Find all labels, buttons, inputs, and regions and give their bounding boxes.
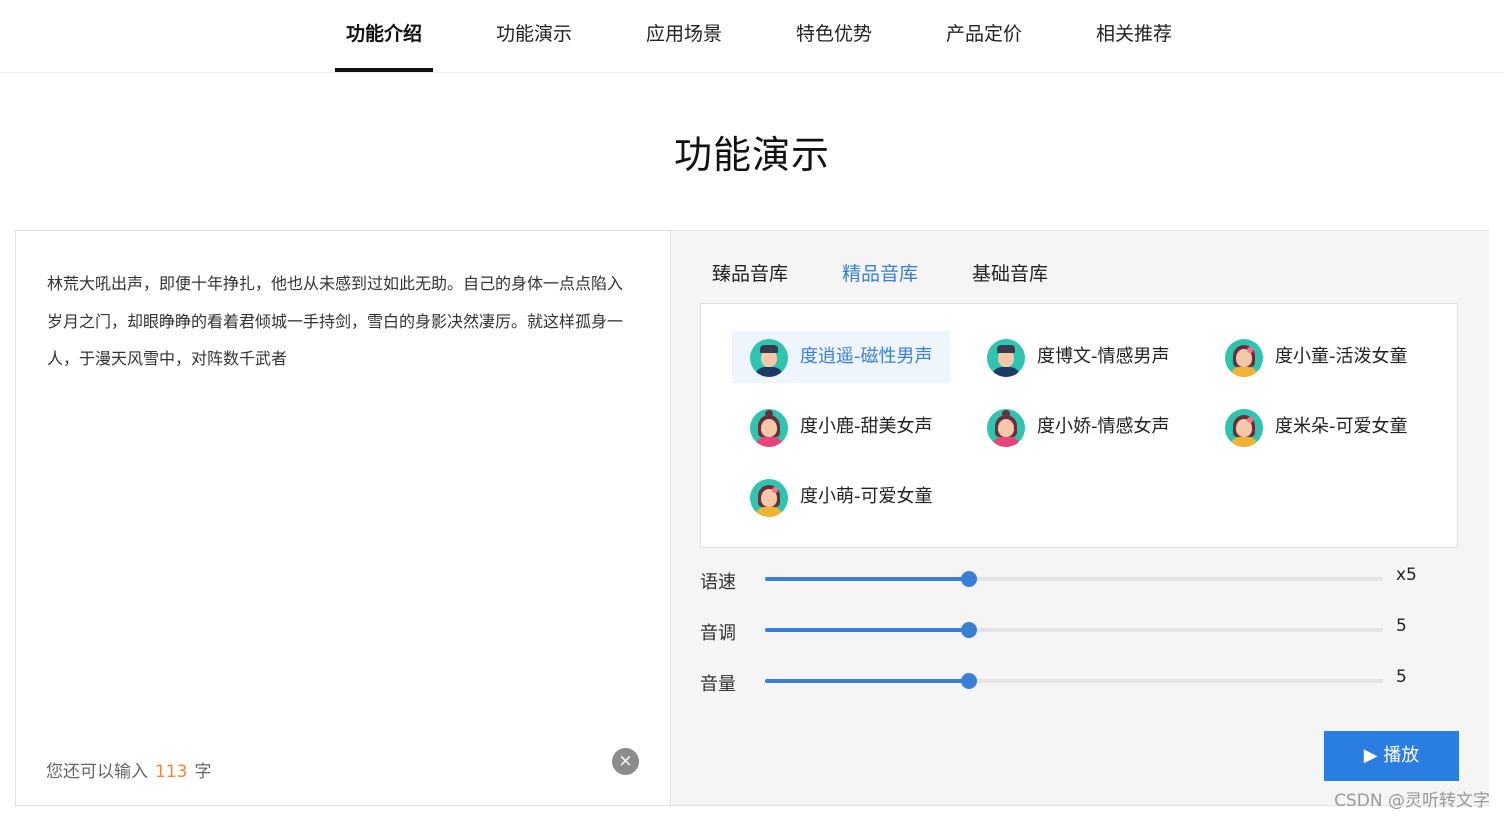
male-avatar-icon	[750, 339, 788, 377]
section-title: 功能演示	[673, 133, 830, 177]
nav-item-scenarios[interactable]: 应用场景	[634, 0, 734, 72]
pitch-slider[interactable]	[765, 622, 1383, 638]
nav-item-pricing[interactable]: 产品定价	[934, 0, 1034, 72]
counter-suffix: 字	[194, 762, 212, 782]
speed-slider-fill	[765, 577, 969, 581]
voice-list: 度逍遥-磁性男声 度博文-情感男声 度小童-活泼女童 度小鹿-甜美女声 度小娇-…	[700, 303, 1458, 548]
text-editor[interactable]: 林荒大吼出声，即便十年挣扎，他也从未感到过如此无助。自己的身体一点点陷入岁月之门…	[16, 231, 671, 805]
voice-name: 度米朵-可爱女童	[1275, 416, 1408, 437]
char-counter: 您还可以输入 113 字	[46, 757, 211, 782]
speed-slider[interactable]	[765, 571, 1383, 587]
counter-value: 113	[155, 762, 188, 782]
nav-item-recommend[interactable]: 相关推荐	[1084, 0, 1184, 72]
girl-avatar-icon	[1225, 339, 1263, 377]
volume-value: 5	[1396, 667, 1407, 687]
voice-name: 度小童-活泼女童	[1275, 346, 1408, 367]
voice-name: 度小鹿-甜美女声	[800, 416, 933, 437]
pitch-slider-handle[interactable]	[960, 622, 977, 638]
counter-prefix: 您还可以输入	[46, 762, 148, 782]
volume-label: 音量	[700, 674, 736, 695]
speed-slider-handle[interactable]	[960, 571, 977, 587]
nav-item-features[interactable]: 功能介绍	[334, 0, 434, 72]
nav-item-demo[interactable]: 功能演示	[484, 0, 584, 72]
voice-name: 度小萌-可爱女童	[800, 486, 933, 507]
speed-label: 语速	[700, 572, 736, 593]
voice-option[interactable]: 度小萌-可爱女童	[732, 471, 950, 523]
voice-option[interactable]: 度小娇-情感女声	[969, 401, 1187, 453]
girl-avatar-icon	[750, 479, 788, 517]
input-text[interactable]: 林荒大吼出声，即便十年挣扎，他也从未感到过如此无助。自己的身体一点点陷入岁月之门…	[47, 265, 637, 378]
male-avatar-icon	[987, 339, 1025, 377]
voice-option[interactable]: 度逍遥-磁性男声	[732, 331, 950, 383]
pitch-value: 5	[1396, 616, 1407, 636]
girl-avatar-icon	[1225, 409, 1263, 447]
pitch-slider-fill	[765, 628, 969, 632]
top-nav: 功能介绍 功能演示 应用场景 特色优势 产品定价 相关推荐	[0, 0, 1504, 73]
voice-name: 度小娇-情感女声	[1037, 416, 1170, 437]
volume-slider-handle[interactable]	[960, 673, 977, 689]
pitch-label: 音调	[700, 623, 736, 644]
volume-slider[interactable]	[765, 673, 1383, 689]
watermark: CSDN @灵听转文字	[1334, 791, 1490, 811]
tab-basic-library[interactable]: 基础音库	[960, 257, 1060, 303]
clear-icon[interactable]: ×	[612, 748, 639, 775]
voice-option[interactable]: 度博文-情感男声	[969, 331, 1187, 383]
pitch-slider-row: 音调 5	[700, 615, 1440, 645]
female-avatar-icon	[750, 409, 788, 447]
tab-premium-library[interactable]: 臻品音库	[700, 257, 800, 303]
volume-slider-fill	[765, 679, 969, 683]
voice-name: 度逍遥-磁性男声	[800, 346, 933, 367]
nav-item-advantages[interactable]: 特色优势	[784, 0, 884, 72]
play-button[interactable]: ▶ 播放	[1324, 731, 1459, 781]
voice-name: 度博文-情感男声	[1037, 346, 1170, 367]
voice-option[interactable]: 度小童-活泼女童	[1207, 331, 1425, 383]
voice-settings: 臻品音库 精品音库 基础音库 度逍遥-磁性男声 度博文-情感男声 度小童-活泼女…	[671, 231, 1489, 805]
tab-quality-library[interactable]: 精品音库	[830, 257, 930, 305]
speed-slider-row: 语速 x5	[700, 564, 1440, 594]
voice-option[interactable]: 度小鹿-甜美女声	[732, 401, 950, 453]
voice-option[interactable]: 度米朵-可爱女童	[1207, 401, 1425, 453]
demo-panel: 林荒大吼出声，即便十年挣扎，他也从未感到过如此无助。自己的身体一点点陷入岁月之门…	[15, 230, 1489, 806]
female-avatar-icon	[987, 409, 1025, 447]
speed-value: x5	[1396, 565, 1417, 585]
volume-slider-row: 音量 5	[700, 666, 1440, 696]
